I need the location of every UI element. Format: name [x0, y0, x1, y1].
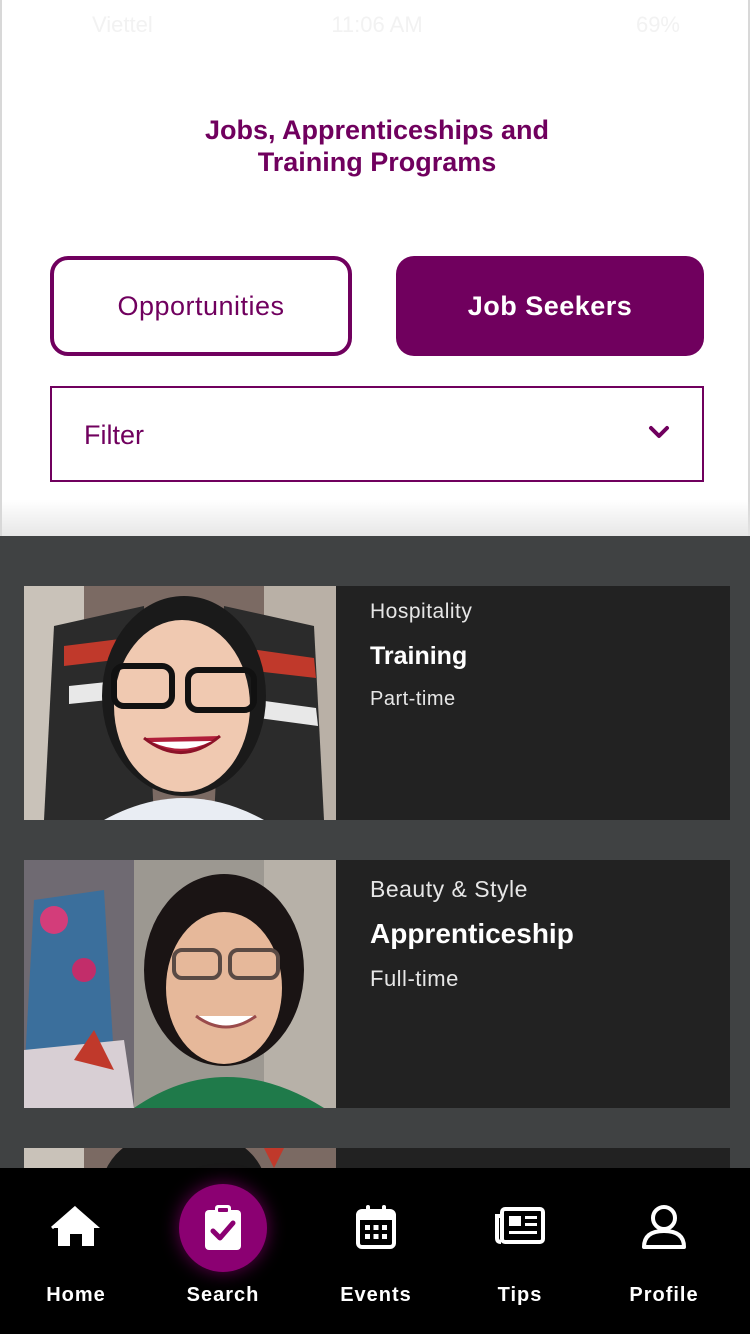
header: Viettel 11:06 AM 69% Jobs, Apprenticeshi… [0, 0, 750, 536]
user-icon [642, 1205, 686, 1249]
list-item[interactable] [24, 1148, 730, 1168]
bottom-tab-bar: Home Search Events Tips Profile [0, 1168, 750, 1334]
job-seekers-button[interactable]: Job Seekers [396, 256, 704, 356]
page-title: Jobs, Apprenticeships and Training Progr… [122, 114, 632, 178]
candidate-photo [24, 860, 336, 1108]
card-hours: Part-time [370, 688, 456, 710]
tab-tips-label: Tips [497, 1284, 543, 1306]
card-details: Beauty & Style Apprenticeship Full-time [336, 860, 730, 1108]
card-type: Apprenticeship [370, 918, 574, 949]
chevron-down-icon [649, 426, 669, 438]
filter-dropdown[interactable]: Filter [50, 386, 704, 482]
tab-profile-label: Profile [629, 1284, 699, 1306]
card-category: Hospitality [370, 600, 473, 623]
candidate-photo [24, 586, 336, 820]
tab-profile[interactable]: Profile [589, 1168, 739, 1334]
tab-search-label: Search [186, 1284, 260, 1306]
clipboard-check-icon [205, 1205, 241, 1250]
header-shadow [2, 500, 750, 536]
card-category: Beauty & Style [370, 876, 528, 902]
home-icon [51, 1205, 100, 1246]
battery-level: 69% [635, 12, 680, 37]
tab-home[interactable]: Home [1, 1168, 151, 1334]
card-details: Hospitality Training Part-time [336, 586, 730, 820]
calendar-icon [356, 1205, 396, 1249]
opportunities-button[interactable]: Opportunities [50, 256, 352, 356]
list-item[interactable]: Hospitality Training Part-time [24, 586, 730, 820]
filter-label: Filter [84, 420, 144, 450]
tab-search[interactable]: Search [148, 1168, 298, 1334]
card-details [336, 1148, 730, 1168]
candidate-photo [24, 1148, 336, 1168]
tab-tips[interactable]: Tips [445, 1168, 595, 1334]
card-hours: Full-time [370, 966, 459, 991]
results-list[interactable]: Hospitality Training Part-time Beauty & … [0, 536, 750, 1168]
tab-home-label: Home [46, 1284, 106, 1306]
page-title-line1: Jobs, Apprenticeships and [204, 115, 550, 145]
list-item[interactable]: Beauty & Style Apprenticeship Full-time [24, 860, 730, 1108]
tab-events-label: Events [340, 1284, 412, 1306]
newspaper-icon [495, 1207, 545, 1244]
tab-events[interactable]: Events [301, 1168, 451, 1334]
page-title-line2: Training Programs [257, 147, 497, 177]
card-type: Training [370, 642, 468, 670]
status-bar: Viettel 11:06 AM 69% [2, 0, 750, 50]
